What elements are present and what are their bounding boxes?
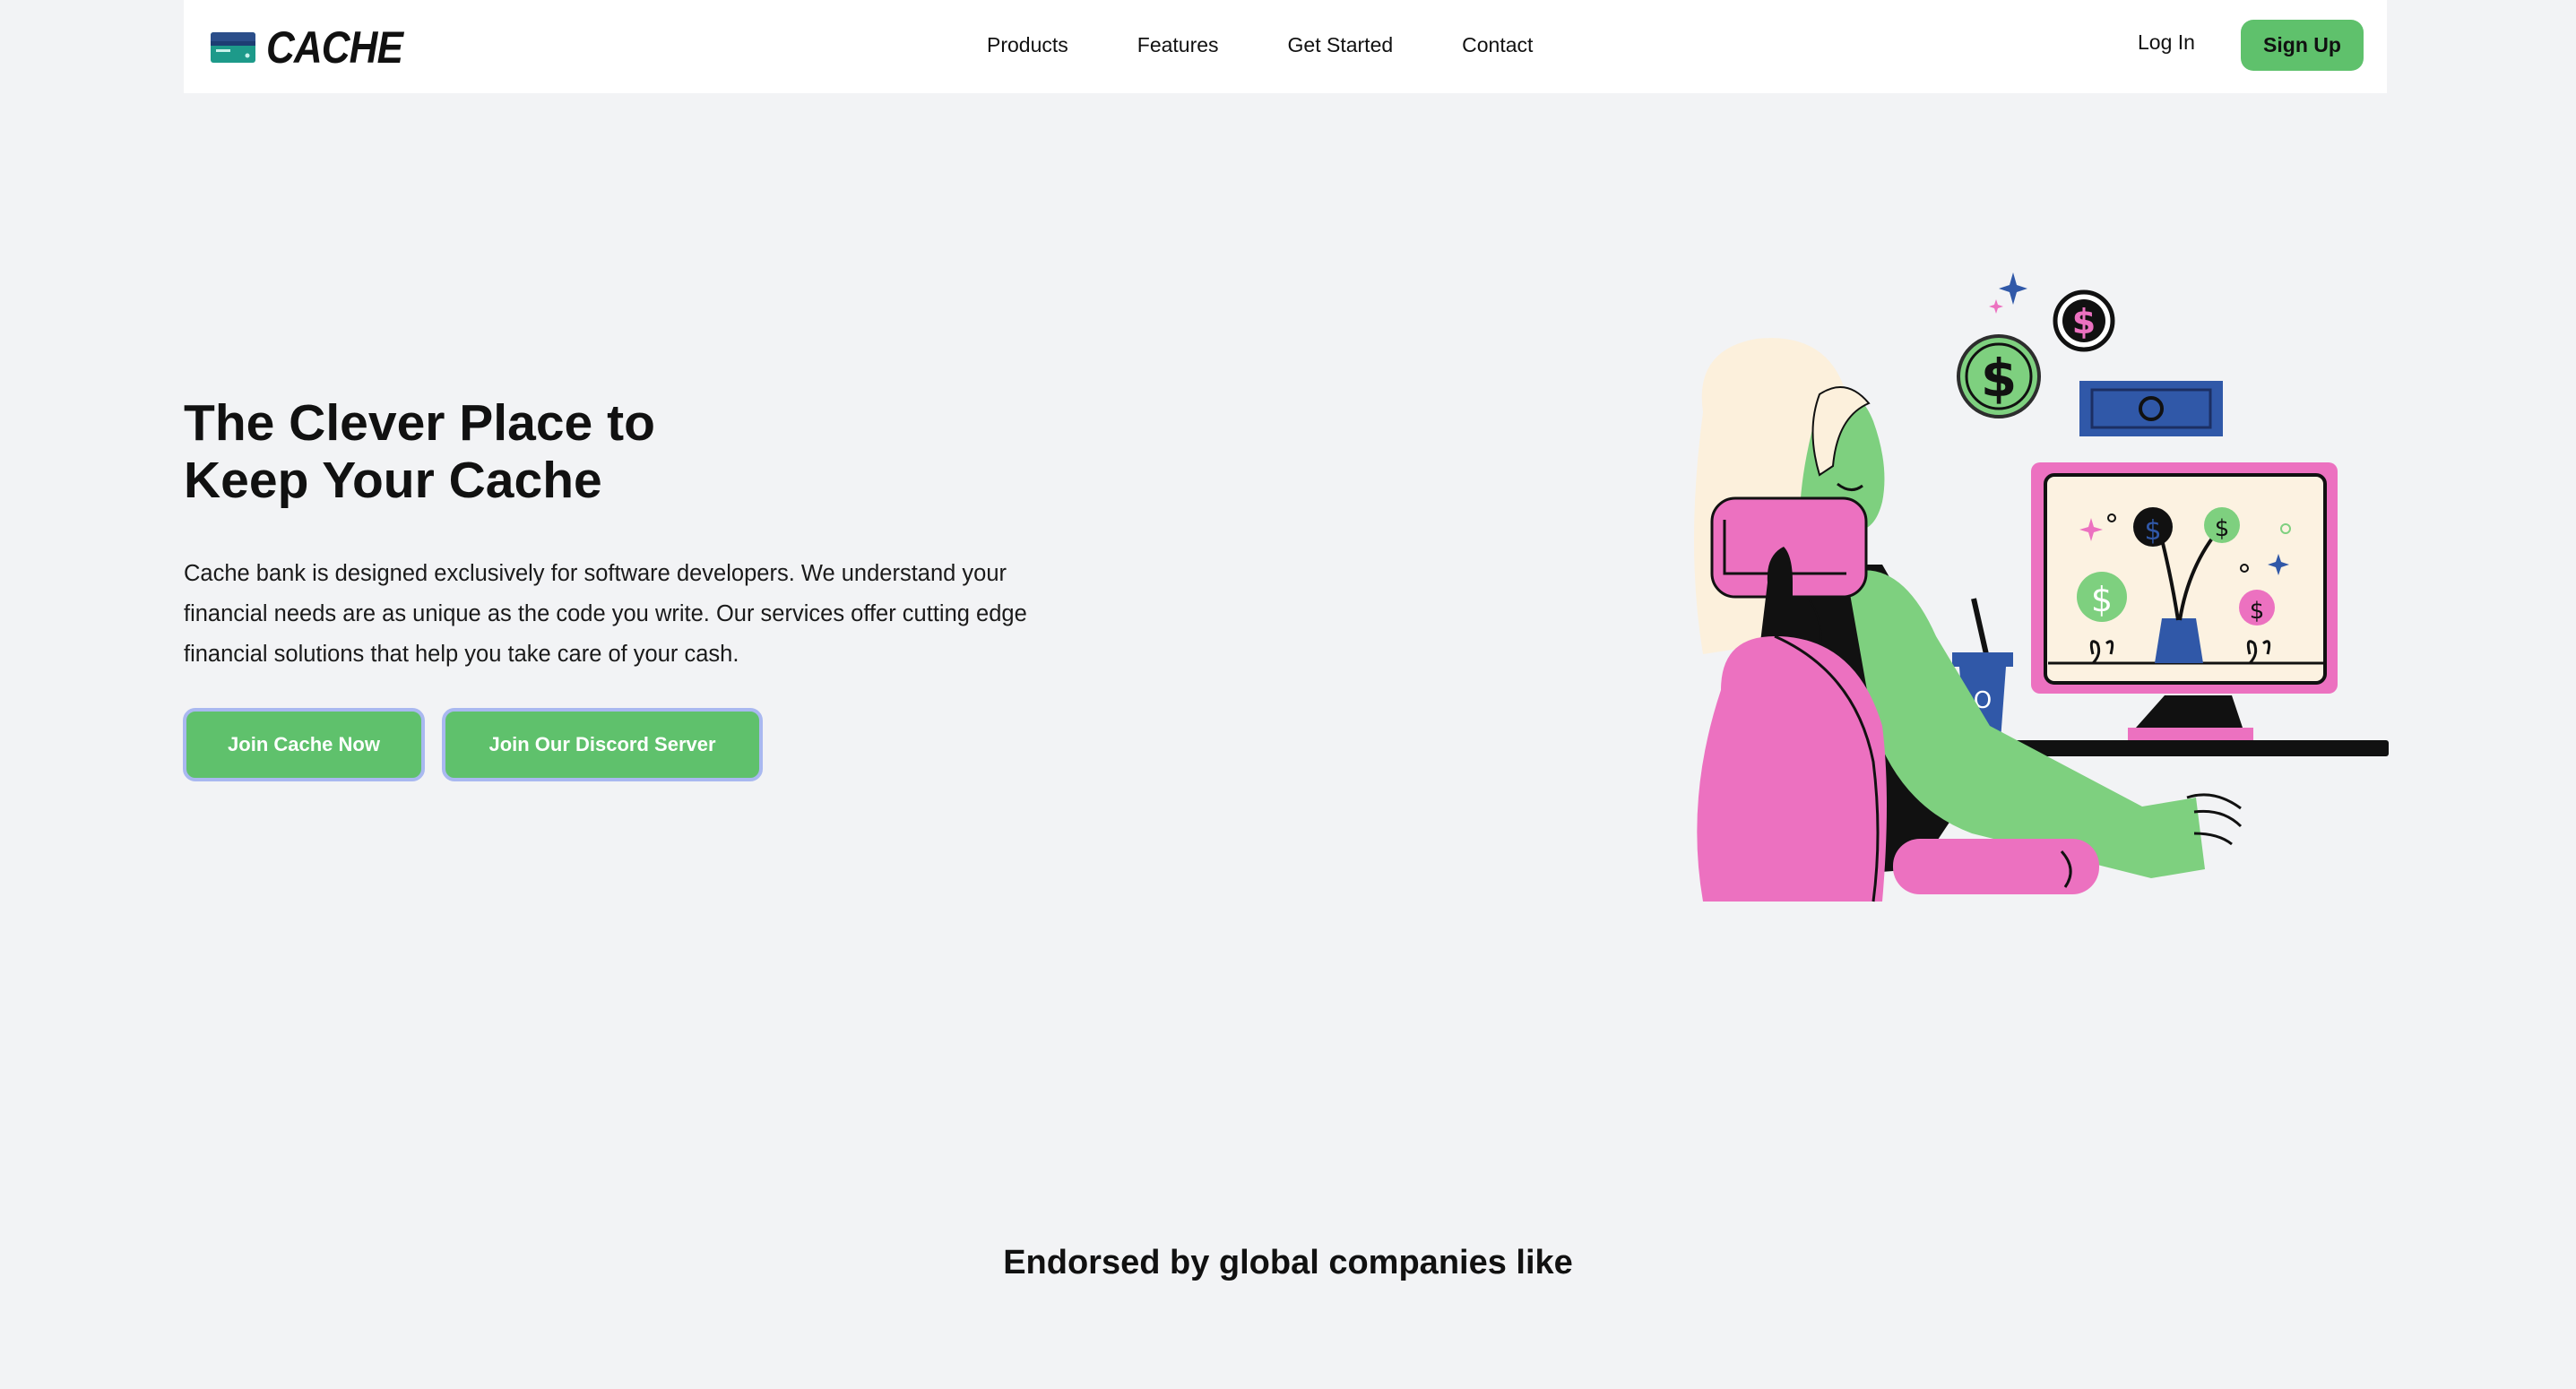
brand-name: CACHE bbox=[266, 22, 403, 73]
hero-title: The Clever Place to Keep Your Cache bbox=[184, 394, 901, 509]
svg-text:$: $ bbox=[2250, 598, 2265, 625]
nav-get-started[interactable]: Get Started bbox=[1288, 33, 1394, 57]
svg-text:$: $ bbox=[2144, 515, 2161, 547]
top-navbar: CACHE Products Features Get Started Cont… bbox=[184, 0, 2387, 93]
dollar-coin-icon: $ bbox=[1957, 334, 2041, 418]
sparkle-icon bbox=[1989, 299, 2003, 314]
svg-text:$: $ bbox=[2091, 580, 2113, 619]
signup-button[interactable]: Sign Up bbox=[2241, 20, 2364, 71]
banknote-icon bbox=[2079, 381, 2223, 436]
hero-title-line-2: Keep Your Cache bbox=[184, 452, 602, 509]
nav-products[interactable]: Products bbox=[987, 33, 1068, 57]
join-cache-button[interactable]: Join Cache Now bbox=[183, 708, 425, 781]
join-discord-button[interactable]: Join Our Discord Server bbox=[442, 708, 763, 781]
computer-monitor: $ $ $ $ bbox=[2031, 462, 2338, 742]
svg-text:$: $ bbox=[1981, 348, 2017, 409]
sparkle-icon bbox=[1999, 272, 2027, 305]
login-link[interactable]: Log In bbox=[2138, 30, 2195, 55]
nav-features[interactable]: Features bbox=[1137, 33, 1219, 57]
hero-title-line-1: The Clever Place to bbox=[184, 394, 655, 452]
svg-text:$: $ bbox=[2215, 515, 2230, 542]
main-nav: Products Features Get Started Contact bbox=[987, 0, 1533, 90]
brand-logo[interactable]: CACHE bbox=[211, 25, 421, 70]
svg-text:$: $ bbox=[2072, 302, 2096, 341]
nav-contact[interactable]: Contact bbox=[1462, 33, 1533, 57]
endorsed-heading: Endorsed by global companies like bbox=[1003, 1244, 1573, 1281]
woman-at-computer-illustration: $ $ $ $ $ $ O bbox=[1694, 272, 2389, 902]
dollar-coin-icon: $ bbox=[2053, 289, 2115, 352]
hero-description: Cache bank is designed exclusively for s… bbox=[184, 561, 1027, 667]
credit-card-icon bbox=[211, 32, 255, 63]
